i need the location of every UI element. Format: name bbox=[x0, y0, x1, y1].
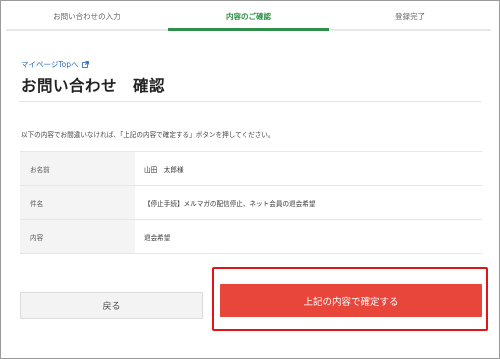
confirm-table: お名前 山田 太郎様 件名 【停止手続】メルマガの配信停止、ネット会員の退会希望… bbox=[20, 151, 482, 254]
page-frame: お問い合わせの入力 内容のご確認 登録完了 マイページTopへ お問い合わせ 確… bbox=[0, 0, 500, 359]
row-value-content: 退会希望 bbox=[144, 233, 171, 242]
row-label-name: お名前 bbox=[20, 152, 135, 185]
step-input-label: お問い合わせの入力 bbox=[53, 12, 121, 21]
step-input-bar bbox=[6, 29, 168, 31]
step-complete-label: 登録完了 bbox=[395, 12, 426, 21]
table-row: 内容 退会希望 bbox=[20, 220, 482, 254]
step-complete: 登録完了 bbox=[329, 9, 492, 31]
title-divider bbox=[19, 101, 481, 102]
table-row: 件名 【停止手続】メルマガの配信停止、ネット会員の退会希望 bbox=[20, 186, 482, 220]
step-complete-bar bbox=[329, 29, 492, 31]
page-title: お問い合わせ 確認 bbox=[21, 77, 166, 95]
step-confirm-label: 内容のご確認 bbox=[226, 12, 271, 21]
row-value-name: 山田 太郎様 bbox=[144, 165, 184, 174]
confirm-button[interactable]: 上記の内容で確定する bbox=[220, 284, 482, 317]
mypage-top-link-label: マイページTopへ bbox=[21, 60, 79, 69]
row-label-content: 内容 bbox=[20, 220, 135, 253]
instruction-text: 以下の内容でお間違いなければ、「上記の内容で確定する」ボタンを押してください。 bbox=[21, 131, 275, 139]
mypage-top-link[interactable]: マイページTopへ bbox=[21, 59, 89, 70]
row-value-subject: 【停止手続】メルマガの配信停止、ネット会員の退会希望 bbox=[144, 199, 316, 208]
step-confirm: 内容のご確認 bbox=[167, 9, 330, 31]
step-input: お問い合わせの入力 bbox=[6, 9, 168, 31]
row-label-subject: 件名 bbox=[20, 186, 135, 219]
back-button[interactable]: 戻る bbox=[20, 292, 203, 319]
table-row: お名前 山田 太郎様 bbox=[20, 152, 482, 186]
step-confirm-bar bbox=[167, 28, 330, 31]
progress-steps: お問い合わせの入力 内容のご確認 登録完了 bbox=[6, 9, 492, 31]
external-link-icon bbox=[81, 61, 89, 68]
